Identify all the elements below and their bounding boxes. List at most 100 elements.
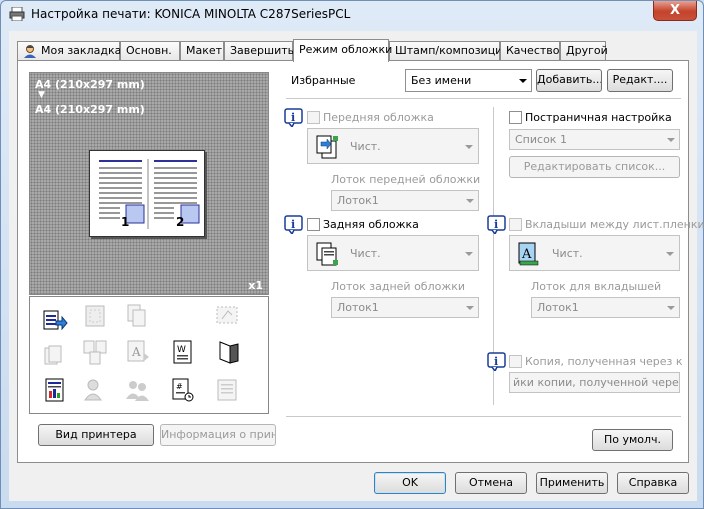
booklet-icon[interactable] — [214, 339, 240, 365]
carbon-copy-label: Копия, полученная через копир — [525, 355, 683, 368]
chevron-down-icon — [466, 306, 474, 310]
close-button[interactable]: X — [653, 1, 697, 21]
chevron-down-icon — [466, 199, 474, 203]
per-page-setting-checkbox[interactable] — [509, 111, 522, 124]
interleave-checkbox[interactable] — [509, 218, 522, 231]
tab-quality[interactable]: Качество — [500, 41, 560, 61]
function-icon-panel: A W # — [29, 296, 269, 414]
page-number-2: 2 — [176, 215, 185, 229]
paper-preview: A4 (210x297 mm) ▼ A4 (210x297 mm) 1 2 x1 — [29, 72, 269, 295]
cancel-button[interactable]: Отмена — [455, 472, 527, 494]
add-favorite-button[interactable]: Добавить... — [536, 69, 602, 92]
user-icon — [24, 45, 36, 58]
paper-settings-icon — [85, 305, 105, 327]
svg-text:A: A — [131, 345, 141, 359]
output-method-icon[interactable] — [42, 307, 68, 333]
page-preview-sheet: 1 2 — [89, 150, 205, 237]
copies-count: x1 — [248, 279, 263, 292]
watermark-icon[interactable]: W — [170, 339, 196, 365]
cover-mode-panel: A4 (210x297 mm) ▼ A4 (210x297 mm) 1 2 x1… — [17, 60, 704, 463]
front-cover-paper-value: Чист. — [350, 140, 381, 153]
chevron-down-icon — [667, 306, 675, 310]
favorites-dropdown[interactable]: Без имени — [405, 69, 532, 92]
document-settings-icon[interactable]: # — [170, 377, 196, 403]
interleave-tray-value: Лоток1 — [537, 301, 579, 314]
back-cover-icon — [316, 242, 338, 266]
title-bar: Настройка печати: KONICA MINOLTA C287Ser… — [1, 1, 703, 29]
info-icon[interactable]: i — [284, 215, 303, 234]
defaults-button[interactable]: По умолч. — [592, 429, 673, 451]
edit-list-button[interactable]: Редактировать список... — [509, 156, 680, 178]
two-page-layout-graphic — [99, 159, 200, 229]
carbon-copy-settings-field[interactable]: йки копии, полученной через копи — [509, 372, 680, 393]
interleave-tray-label: Лоток для вкладышей — [531, 280, 662, 293]
carbon-copy-checkbox[interactable] — [509, 355, 522, 368]
chevron-down-icon — [465, 145, 473, 149]
window-title: Настройка печати: KONICA MINOLTA C287Ser… — [31, 7, 351, 21]
favorites-label: Избранные — [291, 74, 356, 87]
copies-icon — [127, 304, 146, 327]
down-arrow-icon: ▼ — [38, 90, 45, 100]
front-cover-paper-dropdown[interactable]: Чист. — [307, 128, 479, 164]
tab-basic[interactable]: Основн. — [120, 41, 180, 61]
page-number-1: 1 — [121, 215, 130, 229]
info-icon[interactable]: i — [487, 352, 506, 371]
printer-icon — [9, 7, 25, 21]
svg-text:i: i — [291, 111, 295, 124]
divider — [286, 98, 681, 99]
print-settings-window: Настройка печати: KONICA MINOLTA C287Ser… — [0, 0, 704, 509]
chevron-down-icon — [666, 252, 674, 256]
user-auth-icon — [84, 379, 102, 401]
color-document-icon[interactable] — [42, 377, 68, 403]
interleave-paper-dropdown[interactable]: A Чист. — [509, 235, 680, 271]
help-button[interactable]: Справка — [617, 472, 689, 494]
back-cover-tray-dropdown[interactable]: Лоток1 — [331, 297, 479, 318]
tab-finish[interactable]: Завершить — [224, 41, 294, 61]
info-icon[interactable]: i — [487, 215, 506, 234]
chevron-down-icon — [465, 252, 473, 256]
svg-text:A: A — [521, 247, 532, 262]
svg-text:#: # — [176, 382, 183, 391]
n-up-icon — [83, 340, 107, 365]
info-icon[interactable]: i — [284, 108, 303, 127]
interleave-paper-value: Чист. — [552, 247, 583, 260]
divider — [286, 416, 681, 417]
tab-my-tab[interactable]: Моя закладка — [17, 41, 122, 61]
front-cover-checkbox[interactable] — [307, 111, 320, 124]
page-list-value: Список 1 — [515, 133, 567, 146]
paper-size-output: A4 (210x297 mm) — [35, 103, 145, 116]
favorites-value: Без имени — [411, 74, 472, 87]
per-page-setting-label: Постраничная настройка — [525, 111, 672, 124]
paper-size-original: A4 (210x297 mm) — [35, 78, 145, 91]
edit-favorite-button[interactable]: Редакт.... — [607, 69, 673, 92]
front-cover-tray-dropdown[interactable]: Лоток1 — [331, 190, 479, 211]
ok-button[interactable]: OK — [374, 472, 446, 494]
front-cover-icon — [316, 135, 338, 159]
tab-label: Моя закладка — [41, 44, 122, 57]
chevron-down-icon — [667, 138, 675, 142]
tab-stamp-composition[interactable]: Штамп/композиция — [389, 41, 509, 61]
apply-button[interactable]: Применить — [536, 472, 608, 494]
printer-view-button[interactable]: Вид принтера — [38, 424, 154, 446]
tab-cover-mode[interactable]: Режим обложки — [293, 39, 392, 62]
interleave-tray-dropdown[interactable]: Лоток1 — [531, 297, 680, 318]
tab-layout[interactable]: Макет — [180, 41, 224, 61]
dialog-client-area: Моя закладка Основн. Макет Завершить Реж… — [9, 31, 704, 501]
back-cover-checkbox[interactable] — [307, 218, 320, 231]
back-cover-label: Задняя обложка — [323, 218, 419, 231]
svg-text:i: i — [494, 218, 498, 231]
svg-text:i: i — [494, 355, 498, 368]
back-cover-paper-dropdown[interactable]: Чист. — [307, 235, 479, 271]
svg-text:i: i — [291, 218, 295, 231]
printer-info-button[interactable]: Информация о принт. — [160, 424, 276, 446]
front-cover-label: Передняя обложка — [323, 111, 434, 124]
chevron-down-icon — [519, 79, 527, 83]
front-cover-tray-label: Лоток передней обложки — [331, 173, 481, 186]
back-cover-paper-value: Чист. — [350, 247, 381, 260]
back-cover-tray-value: Лоток1 — [337, 301, 379, 314]
page-list-dropdown[interactable]: Список 1 — [509, 129, 680, 150]
collate-icon — [44, 345, 62, 365]
overlay-icon — [217, 379, 237, 401]
tab-other[interactable]: Другой — [560, 41, 608, 61]
front-cover-tray-value: Лоток1 — [337, 194, 379, 207]
